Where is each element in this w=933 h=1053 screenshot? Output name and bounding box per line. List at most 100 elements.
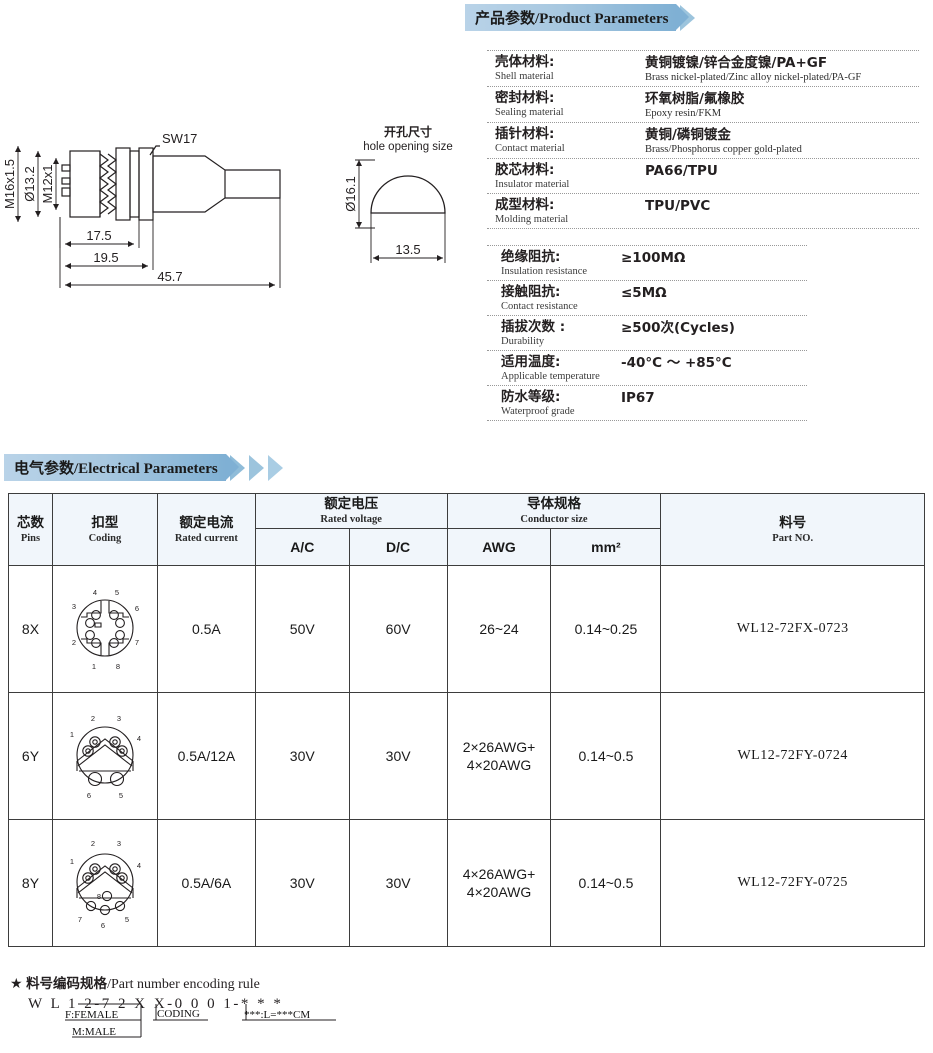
material-value-cn: TPU/PVC bbox=[645, 198, 711, 214]
cell-current: 0.5A bbox=[156, 565, 256, 693]
header-dc: D/C bbox=[348, 528, 448, 566]
spec-label: 适用温度: Applicable temperature bbox=[501, 354, 621, 383]
material-label-en: Sealing material bbox=[495, 107, 564, 118]
spec-row: 防水等级: Waterproof grade IP67 bbox=[487, 386, 807, 421]
material-label: 密封材料: Sealing material bbox=[495, 90, 645, 119]
material-label-cn: 胶芯材料: bbox=[495, 162, 555, 178]
header-rated-voltage: 额定电压 Rated voltage bbox=[254, 493, 448, 529]
spec-value-cn: ≥100MΩ bbox=[621, 250, 686, 266]
cell-pins: 6Y bbox=[8, 692, 53, 820]
spec-label: 绝缘阻抗: Insulation resistance bbox=[501, 249, 621, 278]
spec-row: 接触阻抗: Contact resistance ≤5MΩ bbox=[487, 281, 807, 316]
spec-value: ≤5MΩ bbox=[621, 284, 667, 301]
pin-label-1: 1 bbox=[70, 730, 74, 739]
cable-body bbox=[225, 169, 281, 199]
spec-value: ≥500次(Cycles) bbox=[621, 319, 735, 336]
cell-awg-line2: 4×20AWG bbox=[466, 757, 532, 773]
electrical-parameters-table: 芯数 Pins 扣型 Coding 额定电流 Rated current 额定电… bbox=[8, 493, 925, 947]
cell-mm2: 0.14~0.5 bbox=[550, 692, 662, 820]
material-value-en: Epoxy resin/FKM bbox=[645, 108, 722, 119]
connector-detail-1 bbox=[61, 164, 71, 172]
note-female: F:FEMALE bbox=[65, 1009, 118, 1021]
spec-label: 防水等级: Waterproof grade bbox=[501, 389, 621, 418]
pin-label-8: 8 bbox=[97, 892, 101, 901]
chevron-icon-3 bbox=[267, 454, 283, 481]
coding-diagram-x8: 4 5 3 6 2 7 1 8 bbox=[72, 588, 139, 671]
spec-label-cn: 插拔次数 : bbox=[501, 319, 566, 335]
encoding-rule-title: ★ 料号编码规格/Part number encoding rule bbox=[10, 972, 430, 993]
pin-label-4: 4 bbox=[137, 734, 141, 743]
encoding-rule-title-cn: 料号编码规格 bbox=[26, 976, 108, 992]
hex-nut-2 bbox=[138, 147, 154, 221]
spec-label-cn: 防水等级: bbox=[501, 389, 561, 405]
spec-label-cn: 接触阻抗: bbox=[501, 284, 561, 300]
pin-label-3: 3 bbox=[72, 602, 76, 611]
cell-part-no: WL12-72FX-0723 bbox=[660, 565, 925, 693]
washer bbox=[129, 150, 140, 218]
spec-label-en: Applicable temperature bbox=[501, 371, 600, 382]
note-male: M:MALE bbox=[72, 1026, 116, 1038]
spec-label-en: Contact resistance bbox=[501, 301, 578, 312]
material-row: 壳体材料: Shell material 黄铜镀镍/锌合金度镍/PA+GF Br… bbox=[487, 51, 919, 87]
cell-part-no: WL12-72FY-0725 bbox=[660, 819, 925, 947]
table-row: 8Y 2 3 1 4 8 7 6 5 0.5A/6A 30V 30V 4×26A… bbox=[8, 819, 925, 947]
spec-value: IP67 bbox=[621, 389, 655, 406]
cell-current: 0.5A/12A bbox=[156, 692, 256, 820]
pin-label-8: 8 bbox=[116, 662, 120, 671]
dim-label-hole-diameter: Ø16.1 bbox=[343, 176, 358, 211]
pin-label-4: 4 bbox=[137, 861, 141, 870]
table-row: 6Y 2 3 1 4 6 5 0.5A/12A 30V 30V 2×26AWG+… bbox=[8, 692, 925, 820]
dim-label-sw17: SW17 bbox=[162, 131, 197, 146]
product-banner-title: 产品参数/Product Parameters bbox=[475, 7, 668, 28]
pin-label-4: 4 bbox=[93, 588, 97, 597]
cell-part-no: WL12-72FY-0724 bbox=[660, 692, 925, 820]
cell-pins: 8Y bbox=[8, 819, 53, 947]
connector-detail-2 bbox=[61, 177, 71, 185]
material-label-cn: 壳体材料: bbox=[495, 54, 555, 70]
header-conductor-size: 导体规格 Conductor size bbox=[446, 493, 662, 529]
material-label-en: Shell material bbox=[495, 71, 554, 82]
material-label-cn: 密封材料: bbox=[495, 90, 555, 106]
product-banner-title-cn: 产品参数 bbox=[475, 9, 536, 27]
electrical-banner-title-cn: 电气参数 bbox=[14, 459, 75, 477]
cell-coding: 2 3 1 4 8 7 6 5 bbox=[51, 819, 158, 947]
coding-diagram-y6: 2 3 1 4 6 5 bbox=[70, 714, 141, 800]
material-label: 胶芯材料: Insulator material bbox=[495, 162, 645, 191]
thread-profile-upper bbox=[99, 153, 109, 215]
spec-label-en: Waterproof grade bbox=[501, 406, 575, 417]
spec-label-cn: 绝缘阻抗: bbox=[501, 249, 561, 265]
cell-ac: 30V bbox=[254, 819, 350, 947]
pin-label-5: 5 bbox=[119, 791, 123, 800]
sw17-leader bbox=[149, 145, 160, 156]
material-list: 壳体材料: Shell material 黄铜镀镍/锌合金度镍/PA+GF Br… bbox=[487, 50, 919, 229]
material-label-en: Molding material bbox=[495, 214, 569, 225]
pin-label-7: 7 bbox=[78, 915, 82, 924]
dim-label-195: 19.5 bbox=[93, 250, 118, 265]
pin-label-5: 5 bbox=[125, 915, 129, 924]
spec-row: 适用温度: Applicable temperature -40°C ～ +85… bbox=[487, 351, 807, 386]
pin-label-6: 6 bbox=[135, 604, 139, 613]
chevron-icon-2 bbox=[248, 454, 264, 481]
material-value-cn: 黄铜/磷铜镀金 bbox=[645, 127, 731, 143]
spec-row: 绝缘阻抗: Insulation resistance ≥100MΩ bbox=[487, 246, 807, 281]
table-header-row: 芯数 Pins 扣型 Coding 额定电流 Rated current 额定电… bbox=[8, 493, 925, 566]
pin-label-1: 1 bbox=[92, 662, 96, 671]
cell-coding: 4 5 3 6 2 7 1 8 bbox=[51, 565, 158, 693]
cell-awg-line1: 2×26AWG+ bbox=[462, 739, 536, 755]
encoding-rule-title-en: /Part number encoding rule bbox=[107, 977, 260, 992]
dim-label-flat-width: 13.5 bbox=[395, 242, 420, 257]
pin-label-2: 2 bbox=[91, 839, 95, 848]
coding-diagram-y8: 2 3 1 4 8 7 6 5 bbox=[70, 839, 141, 930]
header-ac: A/C bbox=[254, 528, 350, 566]
material-row: 密封材料: Sealing material 环氧树脂/氟橡胶 Epoxy re… bbox=[487, 87, 919, 123]
overmold-body bbox=[152, 155, 226, 213]
product-parameters-banner: 产品参数/Product Parameters bbox=[465, 4, 696, 31]
header-awg: AWG bbox=[446, 528, 552, 566]
spec-value: ≥100MΩ bbox=[621, 249, 685, 266]
hole-title-cn: 开孔尺寸 bbox=[384, 124, 432, 139]
material-value-cn: 环氧树脂/氟橡胶 bbox=[645, 91, 745, 107]
product-banner-title-en: /Product Parameters bbox=[535, 11, 669, 27]
material-value: TPU/PVC bbox=[645, 197, 710, 214]
note-coding: CODING bbox=[157, 1008, 200, 1020]
pin-label-6: 6 bbox=[101, 921, 105, 930]
